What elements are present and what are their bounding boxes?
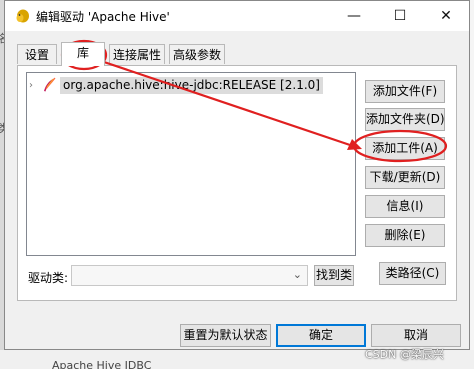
driver-class-select[interactable]: ⌄ xyxy=(71,265,308,286)
title-bar[interactable]: 编辑驱动 'Apache Hive' — ☐ ✕ xyxy=(5,1,469,31)
minimize-icon: — xyxy=(347,8,361,24)
background-list-text: Apache Hive JDBC xyxy=(52,359,152,369)
classpath-button[interactable]: 类路径(C) xyxy=(379,262,446,285)
add-folder-button[interactable]: 添加文件夹(D) xyxy=(365,108,445,131)
driver-class-label: 驱动类: xyxy=(28,271,69,285)
maven-feather-icon xyxy=(44,77,56,92)
maximize-icon: ☐ xyxy=(393,8,407,24)
chevron-down-icon: ⌄ xyxy=(292,268,302,281)
screenshot-stage: 名 类 Apache Hive JDBC 编辑驱动 'Apache Hive' … xyxy=(0,0,474,369)
tab-connection-properties[interactable]: 连接属性 xyxy=(109,44,165,64)
add-file-button[interactable]: 添加文件(F) xyxy=(365,80,445,103)
find-class-button[interactable]: 找到类 xyxy=(314,265,354,286)
minimize-button[interactable]: — xyxy=(331,1,377,31)
edit-driver-dialog: 编辑驱动 'Apache Hive' — ☐ ✕ 设置 库 连接属性 高级参数 … xyxy=(4,0,470,350)
close-button[interactable]: ✕ xyxy=(423,1,469,31)
library-artifact-label: org.apache.hive:hive-jdbc:RELEASE [2.1.0… xyxy=(60,76,323,94)
tab-settings[interactable]: 设置 xyxy=(17,44,57,64)
library-tree[interactable]: › org.apache.hive:hive-jdbc:RELEASE [2.1… xyxy=(26,72,356,256)
download-update-button[interactable]: 下载/更新(D) xyxy=(365,166,445,189)
reset-default-button[interactable]: 重置为默认状态 xyxy=(180,324,271,347)
ok-button[interactable]: 确定 xyxy=(276,324,366,347)
tab-libraries[interactable]: 库 xyxy=(61,42,105,66)
info-button[interactable]: 信息(I) xyxy=(365,195,445,218)
delete-button[interactable]: 删除(E) xyxy=(365,224,445,247)
csdn-watermark: CSDN @梁辰兴 xyxy=(365,348,444,361)
add-artifact-button[interactable]: 添加工件(A) xyxy=(365,137,445,160)
maximize-button[interactable]: ☐ xyxy=(377,1,423,31)
tab-advanced-parameters[interactable]: 高级参数 xyxy=(169,44,225,64)
library-tree-item[interactable]: › org.apache.hive:hive-jdbc:RELEASE [2.1… xyxy=(29,76,323,94)
window-title: 编辑驱动 'Apache Hive' xyxy=(36,10,170,24)
cancel-button[interactable]: 取消 xyxy=(371,324,461,347)
libraries-panel: › org.apache.hive:hive-jdbc:RELEASE [2.1… xyxy=(17,65,457,301)
expand-chevron-icon[interactable]: › xyxy=(29,80,39,91)
close-icon: ✕ xyxy=(440,8,452,24)
squirrel-icon xyxy=(16,9,29,23)
